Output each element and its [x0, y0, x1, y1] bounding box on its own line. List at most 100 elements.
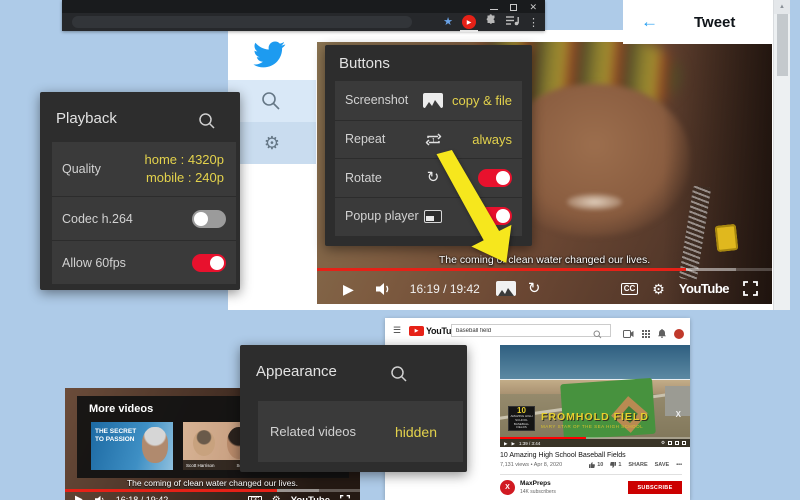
channel-subscribers: 14K subscribers: [520, 489, 556, 495]
settings-gear-icon[interactable]: ⚙: [661, 440, 665, 446]
youtube-topbar-icons: [623, 325, 684, 343]
appearance-panel-title: Appearance: [256, 363, 337, 380]
upload-video-icon[interactable]: [623, 325, 634, 343]
toolbar-icons: ★ ▶ ⋮: [443, 14, 539, 30]
theater-mode-icon[interactable]: [675, 441, 679, 445]
fullscreen-button[interactable]: [682, 441, 686, 445]
smile-photo-layer: [567, 194, 622, 210]
thumbnail-title: THE SECRET TO PASSION: [95, 428, 136, 445]
scroll-up-arrow-icon[interactable]: ▲: [774, 0, 790, 14]
volume-icon[interactable]: [376, 282, 392, 296]
related-videos-label: Related videos: [270, 424, 356, 439]
fullscreen-button[interactable]: [743, 281, 758, 296]
rotate-button[interactable]: ↻: [528, 281, 541, 296]
related-videos-setting-row[interactable]: Related videos hidden: [258, 401, 463, 462]
popup-player-label: Popup player: [345, 209, 419, 223]
volume-icon[interactable]: [95, 495, 106, 500]
time-display: 16:19 / 19:42: [410, 282, 480, 296]
restore-button[interactable]: [510, 4, 517, 11]
account-avatar[interactable]: [674, 329, 684, 339]
back-arrow-icon[interactable]: ←: [641, 12, 658, 32]
search-input[interactable]: [451, 324, 611, 337]
minimize-button[interactable]: [490, 9, 498, 10]
player-controls: ▶ ▶ 1:39 / 3:44 ⚙: [500, 439, 690, 447]
captions-button[interactable]: CC: [248, 496, 262, 500]
quality-values[interactable]: home : 4320p mobile : 240p: [144, 151, 226, 186]
fps-toggle[interactable]: [192, 254, 226, 272]
notifications-bell-icon[interactable]: [658, 325, 666, 343]
playback-settings-panel: Playback Quality home : 4320p mobile : 2…: [40, 92, 240, 290]
apps-grid-icon[interactable]: [642, 325, 650, 343]
screenshot-setting-row[interactable]: Screenshot copy & file: [335, 81, 522, 120]
video-overlay-badge: 10 AMAZING HIGH SCHOOL BASEBALL FIELDS: [508, 406, 535, 431]
play-button[interactable]: ▶: [504, 441, 507, 446]
captions-button[interactable]: CC: [621, 283, 639, 295]
search-icon[interactable]: [390, 365, 408, 388]
search-button[interactable]: [593, 326, 602, 344]
settings-gear-icon[interactable]: ⚙: [272, 495, 281, 500]
youtube-wordmark[interactable]: YouTube: [291, 495, 330, 500]
search-icon[interactable]: [198, 112, 216, 135]
jerry-can-graphic: [715, 224, 739, 252]
fps-setting-row[interactable]: Allow 60fps: [52, 240, 236, 284]
gear-icon[interactable]: ⚙: [264, 133, 280, 154]
save-button[interactable]: SAVE: [655, 462, 670, 468]
screenshot-button[interactable]: [496, 281, 516, 296]
related-video-thumbnail[interactable]: THE SECRET TO PASSION: [91, 422, 173, 470]
browser-menu-kebab-icon[interactable]: ⋮: [528, 16, 539, 29]
codec-toggle[interactable]: [192, 210, 226, 228]
more-actions-button[interactable]: •••: [676, 462, 682, 468]
youtube-wordmark[interactable]: YouTube: [679, 281, 729, 296]
screenshot-value[interactable]: copy & file: [452, 93, 512, 108]
play-button[interactable]: ▶: [343, 282, 354, 296]
video-title[interactable]: 10 Amazing High School Baseball Fields: [500, 452, 626, 459]
dislike-button[interactable]: 1: [610, 462, 621, 468]
like-button[interactable]: 10: [589, 462, 603, 468]
right-controls: ⚙: [661, 440, 686, 446]
subscribe-button[interactable]: SUBSCRIBE: [628, 481, 682, 494]
hamburger-menu-icon[interactable]: ☰: [393, 325, 401, 336]
play-button[interactable]: ▶: [75, 495, 83, 500]
quality-setting-row[interactable]: Quality home : 4320p mobile : 240p: [52, 142, 236, 196]
twitter-nav-settings-row[interactable]: ⚙: [228, 122, 316, 164]
page-scrollbar[interactable]: ▲: [773, 0, 790, 310]
settings-gear-icon[interactable]: ⚙: [652, 282, 665, 296]
repeat-value[interactable]: always: [472, 132, 512, 147]
tweet-header: ← Tweet: [623, 0, 773, 44]
thumbnail-face-graphic: [142, 427, 168, 463]
quality-home-value[interactable]: home : 4320p: [144, 151, 224, 169]
fullscreen-button[interactable]: [340, 495, 350, 500]
window-controls: ✕: [490, 2, 537, 12]
progress-bar[interactable]: [317, 268, 772, 271]
address-bar[interactable]: [72, 16, 412, 28]
quality-mobile-value[interactable]: mobile : 240p: [144, 169, 224, 187]
codec-label: Codec h.264: [62, 212, 133, 226]
screenshot-label: Screenshot: [345, 93, 408, 107]
share-button[interactable]: SHARE: [628, 462, 647, 468]
search-icon[interactable]: [260, 90, 282, 117]
bookmark-star-icon[interactable]: ★: [443, 17, 453, 28]
divider: [500, 474, 682, 475]
codec-setting-row[interactable]: Codec h.264: [52, 196, 236, 240]
callout-arrow-icon: [428, 150, 523, 273]
extensions-puzzle-icon[interactable]: [485, 13, 497, 31]
close-button[interactable]: ✕: [529, 3, 537, 12]
video-actions: 10 1 SHARE SAVE •••: [589, 462, 682, 468]
playlist-icon[interactable]: [506, 13, 519, 31]
rotate-label: Rotate: [345, 171, 382, 185]
channel-name[interactable]: MaxPreps: [520, 480, 551, 487]
quality-label: Quality: [62, 162, 101, 176]
svg-text:1: 1: [431, 137, 435, 144]
related-videos-value[interactable]: hidden: [395, 424, 437, 440]
video-meta: 7,131 views • Apr 8, 2020: [500, 462, 562, 468]
scrollbar-thumb[interactable]: [777, 14, 788, 76]
ocean-photo-layer: [500, 345, 690, 380]
youtube-extension-icon[interactable]: ▶: [462, 15, 476, 29]
next-button[interactable]: ▶: [511, 441, 514, 446]
baseball-video-player[interactable]: 10 AMAZING HIGH SCHOOL BASEBALL FIELDS F…: [500, 345, 690, 447]
channel-avatar[interactable]: X: [500, 480, 515, 495]
miniplayer-icon[interactable]: [668, 441, 672, 445]
browser-toolbar: ★ ▶ ⋮: [62, 13, 545, 31]
twitter-bird-icon[interactable]: [252, 40, 286, 73]
playback-settings-list: Quality home : 4320p mobile : 240p Codec…: [52, 142, 236, 284]
